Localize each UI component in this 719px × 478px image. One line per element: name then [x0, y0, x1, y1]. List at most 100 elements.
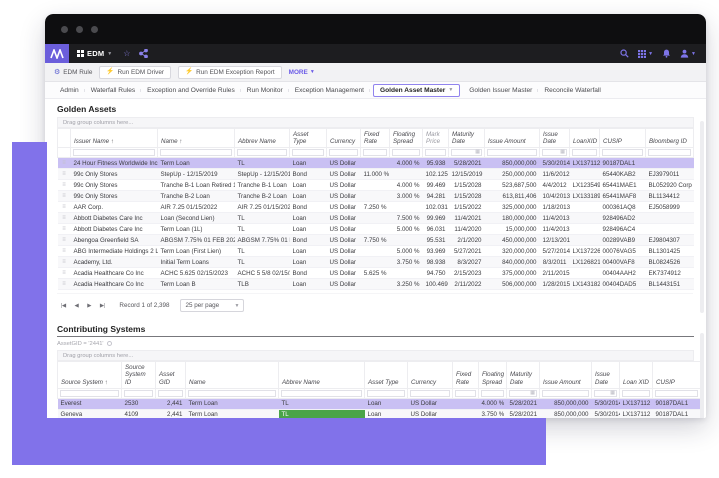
- grid-cell[interactable]: 450,000,000: [485, 235, 540, 246]
- next-page-button[interactable]: ▶: [85, 302, 93, 310]
- column-header[interactable]: Source System ID: [122, 362, 156, 388]
- grid-cell[interactable]: 5.000 %: [390, 224, 423, 235]
- column-header[interactable]: Fixed Rate: [453, 362, 479, 388]
- calendar-icon[interactable]: ▦: [560, 150, 566, 155]
- grid-cell[interactable]: ACHC 5.625 02/15/2023: [158, 268, 235, 279]
- grid-cell[interactable]: AIR 7.25 01/15/2022: [235, 202, 290, 213]
- grid-cell[interactable]: TL: [235, 257, 290, 268]
- table-row[interactable]: ≡99c Only StoresStepUp - 12/15/2019StepU…: [58, 169, 694, 180]
- column-header[interactable]: Floating Spread: [479, 362, 507, 388]
- grid-cell[interactable]: 3.000 %: [390, 191, 423, 202]
- grid-cell[interactable]: Bond: [290, 268, 327, 279]
- filter-input[interactable]: [363, 149, 387, 156]
- grid-cell[interactable]: 928496AD2: [600, 213, 646, 224]
- grid-cell[interactable]: 96.031: [423, 224, 449, 235]
- table-row[interactable]: ≡AAR Corp.AIR 7.25 01/15/2022AIR 7.25 01…: [58, 202, 694, 213]
- column-header[interactable]: Loan XID: [620, 362, 653, 388]
- run-edm-exception-report-button[interactable]: ⚡ Run EDM Exception Report: [178, 66, 282, 79]
- grid-cell[interactable]: TL: [279, 398, 365, 409]
- grid-cell[interactable]: 325,000,000: [485, 202, 540, 213]
- grid-cell[interactable]: 90187DAL1: [600, 158, 646, 169]
- last-page-button[interactable]: ▶|: [98, 302, 107, 310]
- column-header[interactable]: Currency: [327, 129, 361, 148]
- column-header[interactable]: Fixed Rate: [361, 129, 390, 148]
- grid-cell[interactable]: AAR Corp.: [71, 202, 158, 213]
- filter-input[interactable]: ▦: [509, 390, 537, 397]
- grid-cell[interactable]: 24 Hour Fitness Worldwide Inc: [71, 158, 158, 169]
- grid-cell[interactable]: [390, 268, 423, 279]
- grid-cell[interactable]: Tranche B-2 Loan: [235, 191, 290, 202]
- grid-cell[interactable]: BL0824526: [646, 257, 694, 268]
- grid-cell[interactable]: 320,000,000: [485, 246, 540, 257]
- apps-launcher-icon[interactable]: ▼: [638, 50, 653, 58]
- grid-cell[interactable]: [570, 235, 600, 246]
- grid-cell[interactable]: 65441MAF8: [600, 191, 646, 202]
- filter-input[interactable]: [622, 390, 650, 397]
- grid-cell[interactable]: Abengoa Greenfield SA: [71, 235, 158, 246]
- grid-cell[interactable]: EJ5058999: [646, 202, 694, 213]
- filter-input[interactable]: [60, 390, 119, 397]
- grid-cell[interactable]: 12/15/2019: [449, 169, 485, 180]
- filter-input[interactable]: [602, 149, 643, 156]
- column-header[interactable]: Name: [186, 362, 279, 388]
- grid-cell[interactable]: 2,441: [156, 398, 186, 409]
- grid-cell[interactable]: StepUp - 12/15/2019: [158, 169, 235, 180]
- column-header[interactable]: Floating Spread: [390, 129, 423, 148]
- contributing-systems-group-dropzone[interactable]: Drag group columns here...: [57, 350, 694, 361]
- grid-cell[interactable]: 4.000 %: [479, 398, 507, 409]
- filter-input[interactable]: [160, 149, 232, 156]
- grid-cell[interactable]: [361, 279, 390, 290]
- tab-run-monitor[interactable]: Run Monitor: [241, 85, 289, 96]
- table-row[interactable]: ≡99c Only StoresTranche B-1 Loan Retired…: [58, 180, 694, 191]
- column-header[interactable]: LoanXID: [570, 129, 600, 148]
- grid-cell[interactable]: [361, 224, 390, 235]
- grid-cell[interactable]: TL: [235, 246, 290, 257]
- grid-cell[interactable]: 10/4/2013: [540, 191, 570, 202]
- grid-cell[interactable]: Bond: [290, 235, 327, 246]
- grid-cell[interactable]: LX126821: [570, 257, 600, 268]
- grid-cell[interactable]: [390, 202, 423, 213]
- grid-cell[interactable]: BL1134412: [646, 191, 694, 202]
- grid-cell[interactable]: 93.969: [423, 246, 449, 257]
- grid-cell[interactable]: 2,441: [156, 409, 186, 418]
- first-page-button[interactable]: |◀: [59, 302, 68, 310]
- window-dot-icon[interactable]: [91, 26, 98, 33]
- grid-cell[interactable]: 65441MAE1: [600, 180, 646, 191]
- grid-cell[interactable]: [453, 398, 479, 409]
- filter-input[interactable]: [455, 390, 476, 397]
- grid-cell[interactable]: [646, 224, 694, 235]
- grid-cell[interactable]: [361, 257, 390, 268]
- grid-cell[interactable]: 15,000,000: [485, 224, 540, 235]
- row-drag-handle-icon[interactable]: ≡: [58, 246, 71, 257]
- table-row[interactable]: ≡Acadia Healthcare Co IncTerm Loan BTLBL…: [58, 279, 694, 290]
- grid-cell[interactable]: Academy, Ltd.: [71, 257, 158, 268]
- grid-cell[interactable]: US Dollar: [327, 202, 361, 213]
- grid-cell[interactable]: [361, 158, 390, 169]
- bell-icon[interactable]: [662, 49, 671, 58]
- grid-cell[interactable]: Bond: [290, 202, 327, 213]
- grid-cell[interactable]: US Dollar: [327, 213, 361, 224]
- brand-logo-icon[interactable]: [45, 44, 69, 63]
- grid-cell[interactable]: [570, 268, 600, 279]
- grid-cell[interactable]: [646, 213, 694, 224]
- grid-cell[interactable]: 100.469: [423, 279, 449, 290]
- grid-cell[interactable]: 850,000,000: [540, 398, 592, 409]
- table-row[interactable]: ≡Acadia Healthcare Co IncACHC 5.625 02/1…: [58, 268, 694, 279]
- filter-input[interactable]: [572, 149, 597, 156]
- grid-cell[interactable]: 000361AQ8: [600, 202, 646, 213]
- grid-cell[interactable]: [570, 202, 600, 213]
- grid-cell[interactable]: 102.031: [423, 202, 449, 213]
- grid-cell[interactable]: 99.469: [423, 180, 449, 191]
- grid-cell[interactable]: 94.750: [423, 268, 449, 279]
- grid-cell[interactable]: StepUp - 12/15/2019: [235, 169, 290, 180]
- grid-cell[interactable]: 98.938: [423, 257, 449, 268]
- grid-cell[interactable]: EJ9804307: [646, 235, 694, 246]
- row-drag-handle-icon[interactable]: ≡: [58, 180, 71, 191]
- grid-cell[interactable]: Loan: [290, 224, 327, 235]
- grid-cell[interactable]: Loan: [290, 246, 327, 257]
- calendar-icon[interactable]: ▦: [530, 391, 536, 396]
- grid-cell[interactable]: Loan: [365, 398, 408, 409]
- grid-cell[interactable]: US Dollar: [327, 268, 361, 279]
- grid-cell[interactable]: US Dollar: [327, 279, 361, 290]
- column-header[interactable]: Issue Amount: [540, 362, 592, 388]
